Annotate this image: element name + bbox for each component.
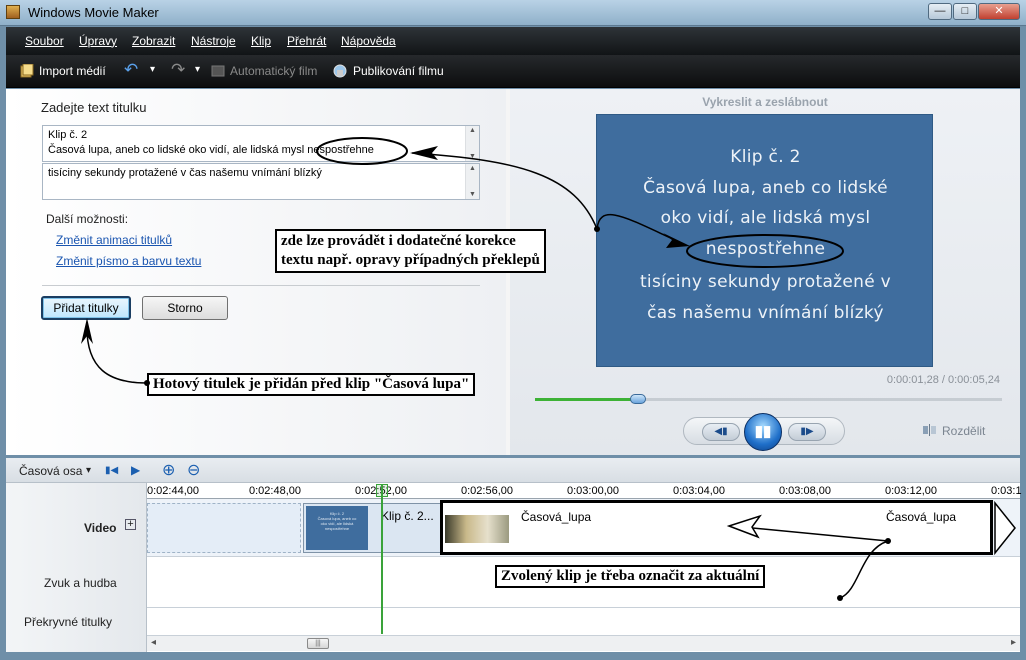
annotation-arrows <box>81 137 891 601</box>
app-window: Windows Movie Maker — □ ✕ Soubor Úpravy … <box>0 0 1026 660</box>
